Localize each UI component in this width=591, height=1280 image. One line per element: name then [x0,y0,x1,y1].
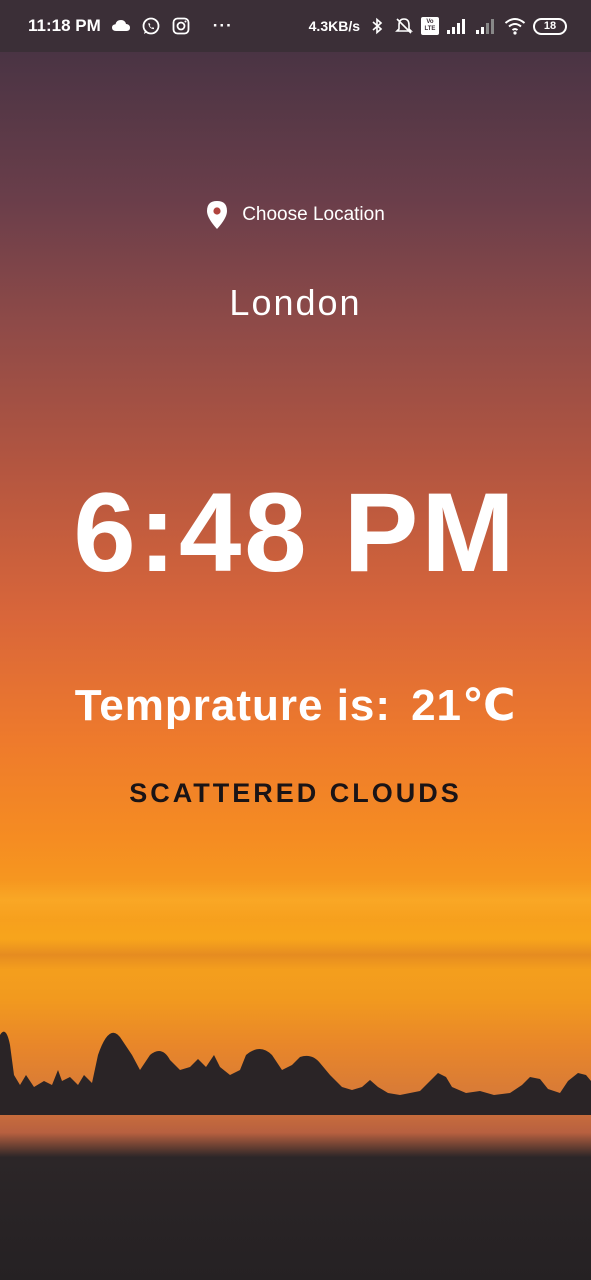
treeline-silhouette [0,1031,591,1115]
city-name: London [229,282,362,323]
whatsapp-icon [142,17,160,35]
bell-muted-icon [395,18,413,34]
signal-icon [447,19,465,34]
temperature-row: Temprature is: 21℃ [0,680,591,731]
temperature-value: 21℃ [411,681,517,730]
volte-icon: Vo LTE [421,17,439,35]
status-time: 11:18 PM [28,16,101,35]
status-bar: 11:18 PM ··· 4.3KB/s Vo LTE 18 [0,0,591,52]
cloud-icon [111,20,130,31]
location-pin-icon [207,201,228,229]
choose-location-button[interactable]: Choose Location [0,200,591,230]
temperature-label: Temprature is: [74,681,392,730]
wifi-icon [504,18,526,35]
bluetooth-icon [372,17,383,35]
choose-location-label: Choose Location [242,204,385,225]
signal-icon [476,19,494,34]
weather-description: SCATTERED CLOUDS [129,778,462,808]
battery-icon: 18 [533,17,567,35]
network-speed: 4.3KB/s [308,18,360,34]
time-display: 6:48 PM [73,470,518,595]
instagram-icon [172,17,190,35]
more-notifications-icon: ··· [212,16,233,35]
battery-level: 18 [543,20,557,32]
